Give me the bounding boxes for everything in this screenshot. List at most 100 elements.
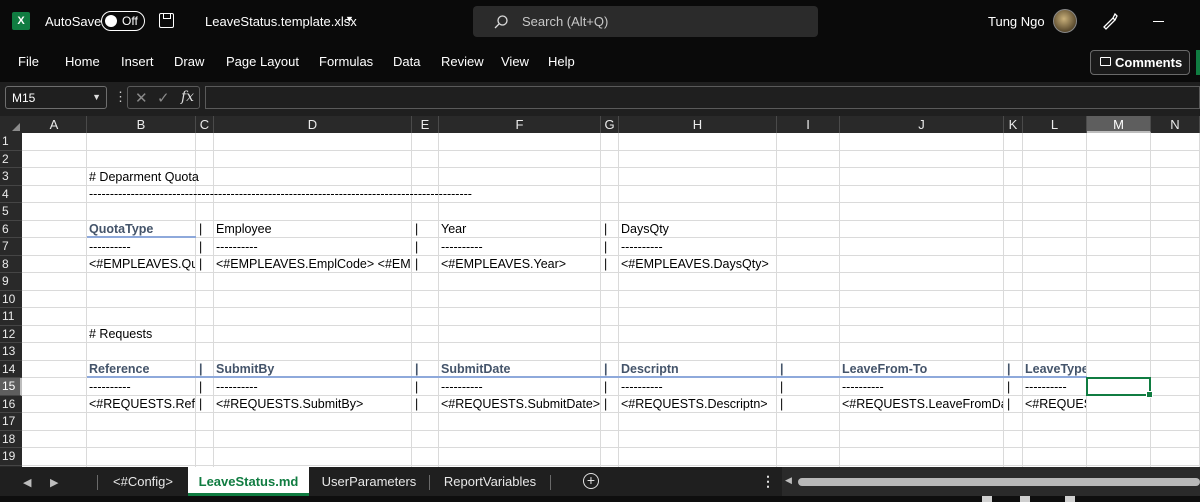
- cell-b14[interactable]: Reference: [89, 361, 195, 378]
- cell-g16[interactable]: |: [603, 396, 619, 413]
- cell-b3[interactable]: # Deparment Quota: [89, 169, 789, 186]
- cell-f7[interactable]: ----------: [441, 239, 600, 256]
- cancel-icon[interactable]: ✕: [135, 89, 148, 107]
- cell-k14[interactable]: |: [1006, 361, 1023, 378]
- horizontal-scrollbar[interactable]: ◀: [782, 467, 1200, 496]
- tab-reportvariables[interactable]: ReportVariables: [432, 467, 548, 496]
- column-header-h[interactable]: H: [619, 116, 777, 133]
- menu-home[interactable]: Home: [65, 54, 100, 69]
- cell-b12[interactable]: # Requests: [89, 326, 789, 343]
- cell-b6[interactable]: QuotaType: [89, 221, 195, 238]
- tab-leavestatus[interactable]: LeaveStatus.md: [188, 467, 309, 496]
- cell-h16[interactable]: <#REQUESTS.Descriptn>: [621, 396, 776, 413]
- menu-review[interactable]: Review: [441, 54, 484, 69]
- row-header-18[interactable]: 18: [0, 431, 22, 448]
- row-header-13[interactable]: 13: [0, 343, 22, 361]
- menu-file[interactable]: File: [18, 54, 39, 69]
- cell-d16[interactable]: <#REQUESTS.SubmitBy>: [216, 396, 411, 413]
- menu-draw[interactable]: Draw: [174, 54, 204, 69]
- cell-f6[interactable]: Year: [441, 221, 600, 238]
- cell-d6[interactable]: Employee: [216, 221, 411, 238]
- cell-e15[interactable]: |: [414, 379, 439, 396]
- active-cell-indicator[interactable]: [1086, 377, 1153, 397]
- select-all-corner[interactable]: [0, 116, 22, 133]
- more-tabs-icon[interactable]: ⋮: [761, 473, 775, 490]
- column-header-a[interactable]: A: [22, 116, 87, 133]
- row-header-4[interactable]: 4: [0, 186, 22, 203]
- minimize-icon[interactable]: [1153, 21, 1164, 22]
- avatar[interactable]: [1053, 9, 1077, 33]
- cell-g15[interactable]: |: [603, 379, 619, 396]
- cell-f16[interactable]: <#REQUESTS.SubmitDate>: [441, 396, 600, 413]
- cell-e14[interactable]: |: [414, 361, 439, 378]
- pen-icon[interactable]: [1100, 11, 1120, 31]
- cell-l14[interactable]: LeaveType: [1025, 361, 1086, 378]
- cell-g6[interactable]: |: [603, 221, 619, 238]
- cell-c15[interactable]: |: [198, 379, 214, 396]
- page-break-view-icon[interactable]: [1065, 496, 1075, 502]
- row-header-2[interactable]: 2: [0, 151, 22, 168]
- row-header-11[interactable]: 11: [0, 308, 22, 326]
- tab-config[interactable]: <#Config>: [100, 467, 186, 496]
- save-icon[interactable]: [159, 13, 174, 28]
- column-header-g[interactable]: G: [601, 116, 619, 133]
- menu-help[interactable]: Help: [548, 54, 575, 69]
- cell-h14[interactable]: Descriptn: [621, 361, 776, 378]
- row-header-15[interactable]: 15: [0, 378, 22, 396]
- cell-f14[interactable]: SubmitDate: [441, 361, 600, 378]
- row-header-17[interactable]: 17: [0, 413, 22, 431]
- row-header-9[interactable]: 9: [0, 273, 22, 291]
- cell-i15[interactable]: |: [779, 379, 840, 396]
- cell-d7[interactable]: ----------: [216, 239, 411, 256]
- cell-h15[interactable]: ----------: [621, 379, 776, 396]
- row-header-1[interactable]: 1: [0, 133, 22, 151]
- cell-h8[interactable]: <#EMPLEAVES.DaysQty>: [621, 256, 776, 273]
- more-options-icon[interactable]: ⋮: [114, 89, 127, 105]
- column-header-f[interactable]: F: [439, 116, 601, 133]
- column-header-d[interactable]: D: [214, 116, 412, 133]
- cell-e16[interactable]: |: [414, 396, 439, 413]
- cell-b16[interactable]: <#REQUESTS.Reference>: [89, 396, 195, 413]
- menu-insert[interactable]: Insert: [121, 54, 154, 69]
- cell-e7[interactable]: |: [414, 239, 439, 256]
- formula-input[interactable]: [205, 86, 1200, 109]
- row-header-6[interactable]: 6: [0, 221, 22, 238]
- row-header-12[interactable]: 12: [0, 326, 22, 343]
- enter-icon[interactable]: ✓: [157, 89, 170, 107]
- file-name[interactable]: LeaveStatus.template.xlsx: [205, 14, 357, 29]
- share-button-edge[interactable]: [1196, 50, 1200, 75]
- cell-c14[interactable]: |: [198, 361, 214, 378]
- cell-b7[interactable]: ----------: [89, 239, 195, 256]
- cell-c16[interactable]: |: [198, 396, 214, 413]
- menu-data[interactable]: Data: [393, 54, 420, 69]
- cell-h6[interactable]: DaysQty: [621, 221, 776, 238]
- column-header-b[interactable]: B: [87, 116, 196, 133]
- menu-view[interactable]: View: [501, 54, 529, 69]
- scroll-tabs-right-icon[interactable]: ▶: [50, 476, 58, 489]
- column-header-m[interactable]: M: [1087, 116, 1151, 133]
- add-sheet-icon[interactable]: +: [583, 473, 599, 489]
- cell-j15[interactable]: ----------: [842, 379, 1003, 396]
- row-header-10[interactable]: 10: [0, 291, 22, 308]
- cell-b15[interactable]: ----------: [89, 379, 195, 396]
- cell-j14[interactable]: LeaveFrom-To: [842, 361, 1003, 378]
- cell-d14[interactable]: SubmitBy: [216, 361, 411, 378]
- autosave-toggle[interactable]: Off: [101, 11, 145, 31]
- cell-i14[interactable]: |: [779, 361, 840, 378]
- user-name[interactable]: Tung Ngo: [988, 14, 1045, 29]
- cell-g14[interactable]: |: [603, 361, 619, 378]
- insert-function-icon[interactable]: fx: [181, 89, 194, 105]
- row-header-19[interactable]: 19: [0, 448, 22, 466]
- cell-d8[interactable]: <#EMPLEAVES.EmplCode> <#EMPLEAVES.EmplNa…: [216, 256, 411, 273]
- page-layout-view-icon[interactable]: [1020, 496, 1030, 502]
- column-header-c[interactable]: C: [196, 116, 214, 133]
- column-header-k[interactable]: K: [1004, 116, 1023, 133]
- row-header-16[interactable]: 16: [0, 396, 22, 413]
- cell-l15[interactable]: ----------: [1025, 379, 1086, 396]
- tab-userparameters[interactable]: UserParameters: [311, 467, 427, 496]
- cell-l16[interactable]: <#REQUESTS.LeaveType>: [1025, 396, 1086, 413]
- cell-g8[interactable]: |: [603, 256, 619, 273]
- row-header-5[interactable]: 5: [0, 203, 22, 221]
- cell-e6[interactable]: |: [414, 221, 439, 238]
- row-header-8[interactable]: 8: [0, 256, 22, 273]
